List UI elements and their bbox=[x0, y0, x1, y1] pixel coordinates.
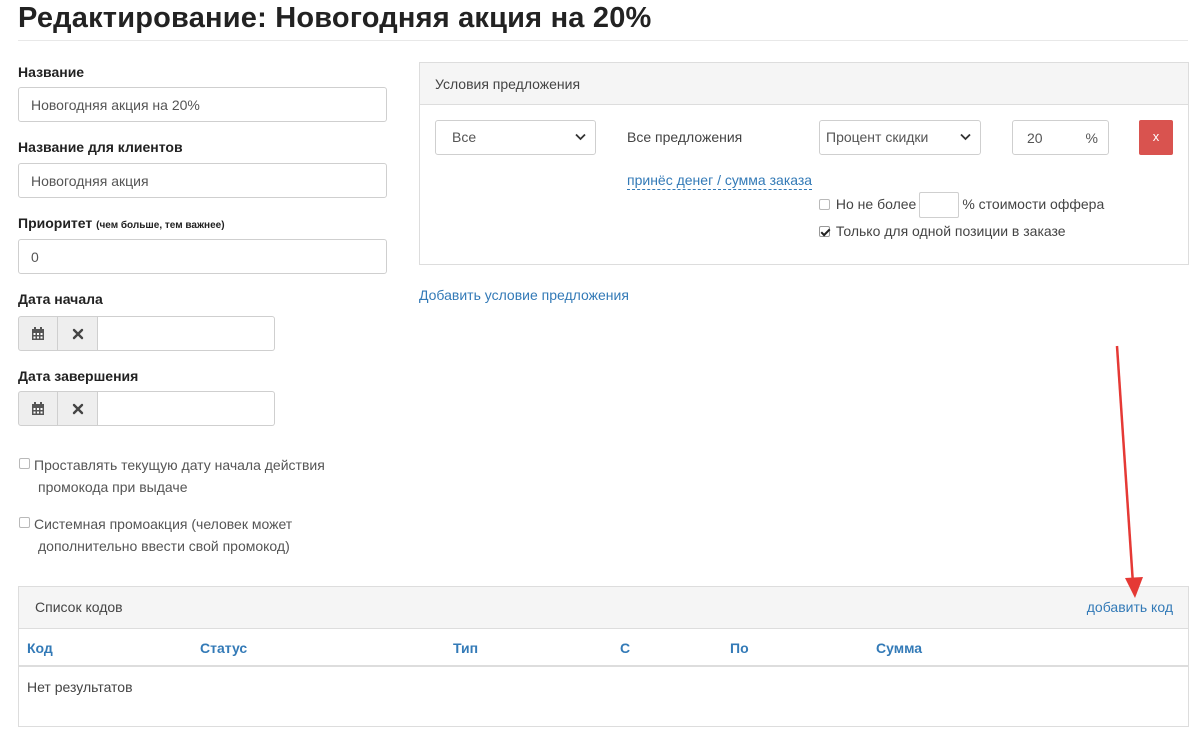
title-divider bbox=[18, 40, 1188, 41]
chevron-down-icon bbox=[575, 133, 586, 141]
client-name-label: Название для клиентов bbox=[18, 139, 183, 155]
current-date-checkbox[interactable] bbox=[19, 458, 30, 469]
scope-select-value: Все bbox=[452, 129, 477, 145]
name-label: Название bbox=[18, 64, 85, 80]
single-position-label: Только для одной позиции в заказе bbox=[835, 223, 1066, 239]
codes-empty-message: Нет результатов bbox=[27, 679, 133, 695]
single-position-checkbox[interactable] bbox=[819, 226, 830, 237]
annotation-arrow-shaft bbox=[1115, 345, 1135, 585]
codes-panel-title: Список кодов bbox=[35, 599, 123, 615]
percent-unit: % bbox=[1085, 130, 1098, 146]
codes-panel-header: Список кодов добавить код bbox=[19, 587, 1188, 629]
start-date-group bbox=[18, 316, 275, 351]
end-date-clear-button[interactable] bbox=[58, 391, 98, 426]
end-date-group bbox=[18, 391, 275, 426]
end-date-input[interactable] bbox=[98, 391, 275, 426]
priority-hint: (чем больше, тем важнее) bbox=[96, 220, 225, 231]
column-amount[interactable]: Сумма bbox=[876, 640, 922, 656]
system-promo-checkbox-label-cont: дополнительно ввести свой промокод) bbox=[38, 538, 290, 554]
max-percent-row: Но не более % стоимости оффера bbox=[819, 191, 1105, 219]
start-date-label: Дата начала bbox=[18, 291, 103, 307]
codes-table-header: Код Статус Тип С По Сумма bbox=[19, 629, 1188, 667]
priority-input[interactable] bbox=[18, 239, 387, 274]
max-percent-input[interactable] bbox=[919, 192, 960, 219]
current-date-checkbox-row[interactable]: Проставлять текущую дату начала действия… bbox=[18, 454, 338, 498]
add-code-link[interactable]: добавить код bbox=[1087, 599, 1173, 615]
conditions-panel-header: Условия предложения bbox=[420, 63, 1188, 105]
system-promo-checkbox[interactable] bbox=[19, 517, 30, 528]
end-date-label: Дата завершения bbox=[18, 368, 139, 384]
start-date-calendar-button[interactable] bbox=[18, 316, 58, 351]
column-from[interactable]: С bbox=[620, 640, 630, 656]
priority-label: Приоритет (чем больше, тем важнее) bbox=[18, 215, 225, 231]
max-percent-suffix: % стоимости оффера bbox=[962, 196, 1105, 212]
max-percent-checkbox[interactable] bbox=[819, 199, 830, 210]
close-icon bbox=[72, 328, 83, 339]
system-promo-checkbox-row[interactable]: Системная промоакция (человек может допо… bbox=[18, 513, 338, 557]
column-type[interactable]: Тип bbox=[453, 640, 478, 656]
max-percent-prefix: Но не более bbox=[835, 196, 917, 212]
start-date-input[interactable] bbox=[98, 316, 275, 351]
conditions-panel: Условия предложения bbox=[419, 62, 1189, 265]
calendar-icon bbox=[32, 326, 44, 340]
brought-money-link[interactable]: принёс денег / сумма заказа bbox=[627, 172, 813, 190]
system-promo-checkbox-label: Системная промоакция (человек может bbox=[34, 516, 293, 532]
scope-select[interactable]: Все bbox=[435, 120, 596, 155]
column-status[interactable]: Статус bbox=[200, 640, 247, 656]
percent-value: 20 bbox=[1027, 130, 1043, 146]
priority-label-text: Приоритет bbox=[18, 215, 93, 231]
chevron-down-icon bbox=[960, 133, 971, 141]
start-date-clear-button[interactable] bbox=[58, 316, 98, 351]
column-to[interactable]: По bbox=[730, 640, 749, 656]
single-position-row: Только для одной позиции в заказе bbox=[819, 223, 1066, 239]
offers-text: Все предложения bbox=[627, 129, 743, 145]
remove-condition-button[interactable]: x bbox=[1139, 120, 1173, 155]
page-title: Редактирование: Новогодняя акция на 20% bbox=[18, 2, 652, 34]
add-condition-link[interactable]: Добавить условие предложения bbox=[419, 287, 629, 303]
percent-input[interactable]: 20 % bbox=[1012, 120, 1109, 155]
name-input[interactable] bbox=[18, 87, 387, 122]
client-name-input[interactable] bbox=[18, 163, 387, 198]
column-code[interactable]: Код bbox=[27, 640, 53, 656]
discount-type-select-value: Процент скидки bbox=[826, 129, 929, 145]
current-date-checkbox-label: Проставлять текущую дату начала действия bbox=[34, 457, 325, 473]
codes-panel: Список кодов добавить код Код Статус Тип… bbox=[18, 586, 1189, 727]
current-date-checkbox-label-cont: промокода при выдаче bbox=[38, 479, 188, 495]
close-icon bbox=[72, 403, 83, 414]
end-date-calendar-button[interactable] bbox=[18, 391, 58, 426]
discount-type-select[interactable]: Процент скидки bbox=[819, 120, 981, 155]
calendar-icon bbox=[32, 401, 44, 415]
